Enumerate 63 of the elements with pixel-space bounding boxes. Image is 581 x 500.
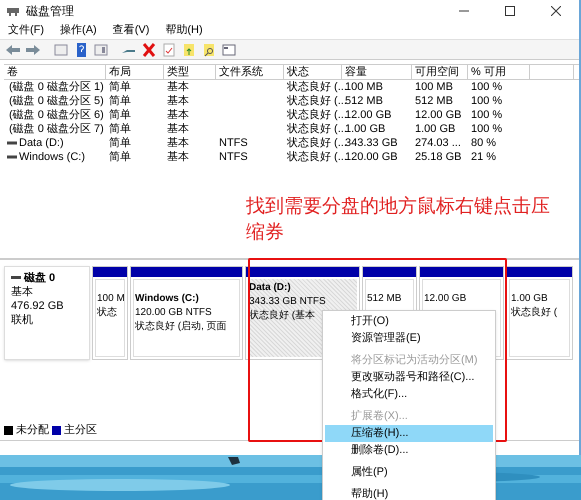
table-cell: 基本 [167,150,189,164]
table-cell: Windows (C:) [19,150,86,164]
disk-status: 联机 [11,313,34,327]
partition-info: 100 M [97,292,123,306]
table-cell: (磁盘 0 磁盘分区 5) [9,94,104,108]
table-cell: 基本 [167,136,189,150]
table-cell: 120.00 GB [345,150,398,164]
table-cell: 12.00 GB [415,108,462,122]
table-cell: (磁盘 0 磁盘分区 1) [9,80,104,94]
partition-info: 状态 [97,306,118,320]
table-cell: 274.03 ... [415,136,461,150]
table-cell: 100 % [471,108,502,122]
table-cell: 1.00 GB [415,122,456,136]
partition-title: Data (D:) [249,281,292,295]
table-cell: 状态良好 (... [287,122,347,136]
table-cell: 512 MB [345,94,383,108]
partition-info: 12.00 GB [424,292,468,306]
table-cell: 21 % [471,150,496,164]
partition-info: 343.33 GB NTFS [249,295,327,309]
disk-size: 476.92 GB [11,299,65,313]
table-cell: 25.18 GB [415,150,462,164]
table-cell: 343.33 GB [345,136,398,150]
partition-info: 512 MB [367,292,402,306]
table-cell: 80 % [471,136,496,150]
table-cell: 12.00 GB [345,108,392,122]
table-cell: NTFS [219,136,248,150]
table-cell: 100 MB [345,80,383,94]
table-cell: 100 % [471,122,502,136]
table-cell: 状态良好 (... [287,94,347,108]
table-cell: NTFS [219,150,248,164]
partition-info: 状态良好 ( [511,306,558,320]
table-cell: 简单 [109,122,131,136]
table-cell: 状态良好 (... [287,150,347,164]
table-cell: 512 MB [415,94,453,108]
table-cell: 1.00 GB [345,122,386,136]
partition-info: 120.00 GB NTFS [135,306,213,320]
annotation-text: 找到需要分盘的地方鼠标右键点击压缩券 [246,195,551,245]
table-cell: 简单 [109,94,131,108]
table-cell: 基本 [167,94,189,108]
table-cell: 状态良好 (... [287,108,347,122]
window-title: 磁盘管理 [26,3,74,20]
table-cell: 简单 [109,136,131,150]
disk-type: 基本 [11,285,34,299]
table-cell: 简单 [109,108,131,122]
table-cell: 简单 [109,80,131,94]
legend-label: 主分区 [64,422,97,438]
partition-info: 状态良好 (启动, 页面 [135,320,228,334]
table-cell: 100 % [471,94,502,108]
table-cell: 状态良好 (... [287,136,347,150]
legend-label: 未分配 [16,422,49,438]
table-cell: 基本 [167,122,189,136]
table-cell: Data (D:) [19,136,64,150]
table-cell: 简单 [109,150,131,164]
table-cell: (磁盘 0 磁盘分区 6) [9,108,104,122]
table-cell: 基本 [167,108,189,122]
disk-name: 磁盘 0 [24,271,56,285]
table-cell: (磁盘 0 磁盘分区 7) [9,122,104,136]
table-cell: 100 % [471,80,502,94]
partition-title: Windows (C:) [135,292,200,306]
table-cell: 状态良好 (... [287,80,347,94]
partition-info: 1.00 GB [511,292,549,306]
table-cell: 100 MB [415,80,453,94]
table-cell: 基本 [167,80,189,94]
